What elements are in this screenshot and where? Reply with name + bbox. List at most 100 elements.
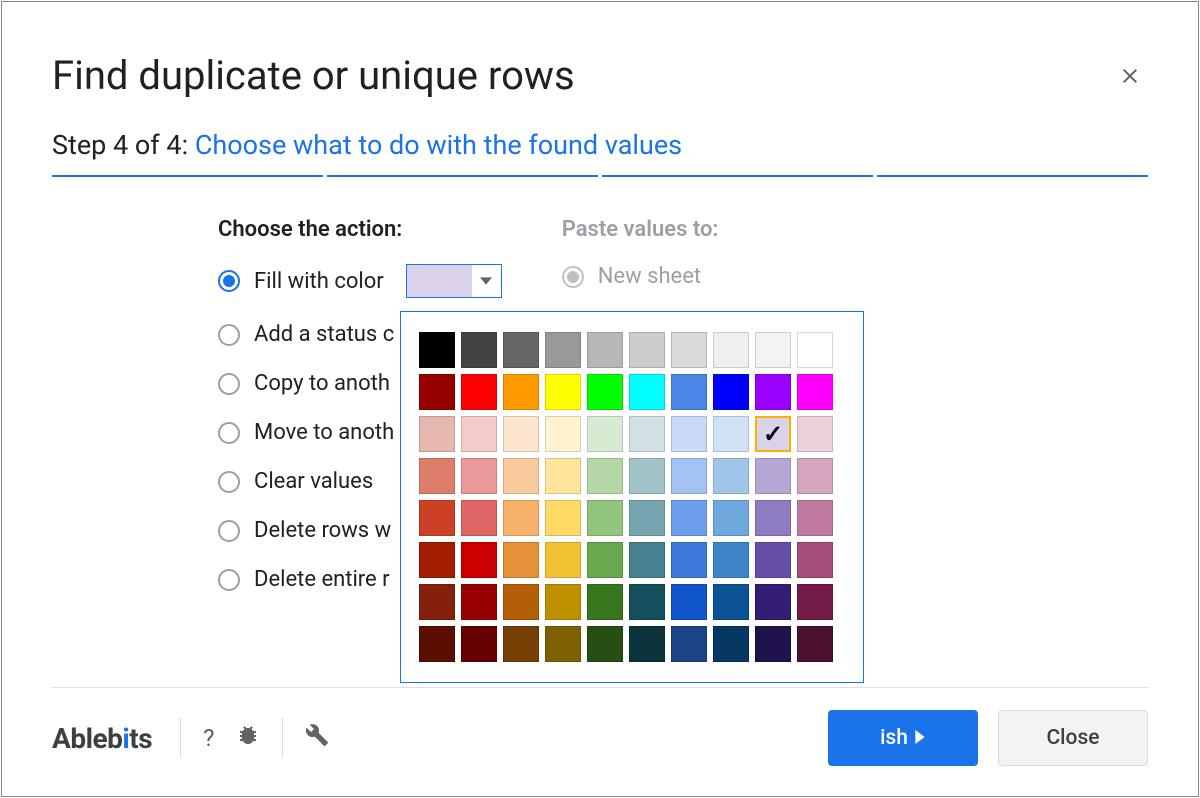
color-swatch[interactable] [503,416,539,452]
close-button[interactable]: Close [998,710,1148,766]
caret-down-icon[interactable] [471,265,501,297]
separator [180,718,181,758]
color-swatch[interactable] [629,500,665,536]
color-swatch[interactable] [755,584,791,620]
color-swatch[interactable] [503,542,539,578]
color-swatch[interactable] [407,265,471,297]
color-swatch[interactable] [419,542,455,578]
color-swatch[interactable] [629,626,665,662]
color-swatch[interactable] [797,500,833,536]
color-dropdown[interactable] [406,264,502,298]
radio-button [562,266,584,288]
color-swatch[interactable] [587,626,623,662]
color-swatch[interactable] [671,332,707,368]
color-swatch[interactable] [461,626,497,662]
color-swatch[interactable] [419,500,455,536]
color-palette [419,332,845,662]
bug-icon[interactable] [236,723,260,753]
color-swatch[interactable] [629,332,665,368]
color-swatch[interactable] [713,458,749,494]
close-icon[interactable] [1112,58,1148,94]
color-swatch[interactable] [671,626,707,662]
color-swatch[interactable] [629,584,665,620]
color-swatch[interactable] [419,416,455,452]
color-swatch[interactable] [671,458,707,494]
color-swatch[interactable] [671,584,707,620]
color-swatch[interactable] [461,458,497,494]
wrench-icon[interactable] [305,723,329,753]
color-swatch[interactable] [587,332,623,368]
color-swatch[interactable] [461,500,497,536]
color-swatch[interactable] [713,542,749,578]
color-swatch[interactable] [461,584,497,620]
color-swatch[interactable] [461,332,497,368]
color-swatch[interactable] [797,542,833,578]
color-swatch[interactable] [629,458,665,494]
color-swatch[interactable] [545,542,581,578]
color-swatch[interactable] [797,584,833,620]
color-swatch[interactable] [629,374,665,410]
color-swatch[interactable] [713,500,749,536]
color-swatch[interactable] [545,374,581,410]
color-swatch[interactable] [587,584,623,620]
help-icon[interactable]: ? [203,724,214,752]
color-swatch[interactable] [545,500,581,536]
color-swatch[interactable] [713,626,749,662]
color-swatch[interactable] [755,542,791,578]
color-swatch[interactable] [587,500,623,536]
color-swatch[interactable] [545,626,581,662]
color-swatch[interactable] [587,458,623,494]
finish-button[interactable]: ish [828,710,978,766]
color-swatch[interactable] [671,500,707,536]
color-swatch[interactable] [671,542,707,578]
color-swatch[interactable] [797,416,833,452]
color-swatch[interactable] [671,416,707,452]
color-swatch[interactable] [419,584,455,620]
color-swatch[interactable] [419,626,455,662]
color-swatch[interactable] [797,458,833,494]
color-swatch[interactable] [797,332,833,368]
color-swatch[interactable] [755,332,791,368]
color-swatch[interactable] [419,332,455,368]
color-swatch[interactable] [419,374,455,410]
color-swatch[interactable] [713,416,749,452]
color-swatch[interactable] [713,374,749,410]
color-swatch[interactable] [755,416,791,452]
color-swatch[interactable] [461,416,497,452]
color-swatch[interactable] [503,626,539,662]
color-swatch[interactable] [713,332,749,368]
color-swatch[interactable] [797,626,833,662]
radio-button[interactable] [218,270,240,292]
radio-button[interactable] [218,324,240,346]
color-swatch[interactable] [503,332,539,368]
radio-button[interactable] [218,569,240,591]
color-swatch[interactable] [755,626,791,662]
color-swatch[interactable] [461,374,497,410]
color-swatch[interactable] [713,584,749,620]
radio-fill-with-color[interactable]: Fill with color [218,264,502,298]
color-swatch[interactable] [629,416,665,452]
color-swatch[interactable] [503,584,539,620]
color-swatch[interactable] [755,374,791,410]
color-swatch[interactable] [755,500,791,536]
color-swatch[interactable] [797,374,833,410]
color-swatch[interactable] [587,374,623,410]
radio-button[interactable] [218,373,240,395]
color-swatch[interactable] [671,374,707,410]
radio-button[interactable] [218,471,240,493]
color-swatch[interactable] [503,374,539,410]
color-swatch[interactable] [419,458,455,494]
radio-button[interactable] [218,422,240,444]
color-swatch[interactable] [503,458,539,494]
color-swatch[interactable] [545,416,581,452]
color-swatch[interactable] [587,416,623,452]
color-swatch[interactable] [755,458,791,494]
color-swatch[interactable] [461,542,497,578]
color-swatch[interactable] [587,542,623,578]
radio-button[interactable] [218,520,240,542]
color-swatch[interactable] [545,584,581,620]
color-swatch[interactable] [503,500,539,536]
color-swatch[interactable] [545,332,581,368]
color-swatch[interactable] [629,542,665,578]
color-swatch[interactable] [545,458,581,494]
